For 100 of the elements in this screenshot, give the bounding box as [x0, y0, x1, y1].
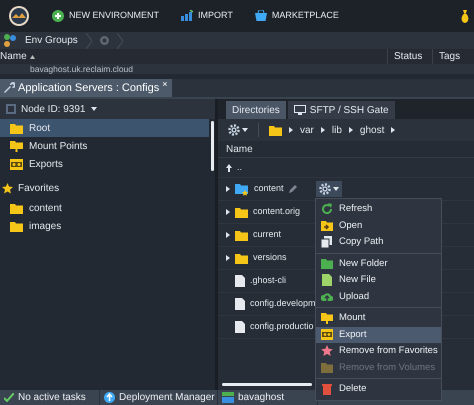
file-name[interactable]: .ghost-cli [250, 274, 286, 288]
close-icon[interactable]: × [162, 80, 168, 88]
chevron-icon [86, 32, 92, 48]
folder-icon [10, 220, 23, 232]
folder-icon [235, 252, 248, 264]
mount-icon [321, 312, 333, 324]
node-selector[interactable]: Node ID: 9391 [0, 99, 215, 119]
server-icon [222, 392, 234, 403]
file-icon [235, 298, 245, 310]
expand-icon [289, 127, 293, 133]
expand-icon [226, 255, 230, 261]
settings-icon [318, 183, 331, 195]
folder-icon [10, 202, 23, 214]
monitor-icon [294, 105, 306, 115]
expand-icon [391, 127, 396, 133]
column-header[interactable]: Name [226, 142, 253, 156]
settings-button[interactable] [228, 124, 248, 136]
refresh-icon [321, 203, 333, 216]
upload-icon [104, 392, 115, 403]
folder-icon [235, 206, 248, 218]
cloud-upload-icon [321, 290, 333, 303]
menu-item[interactable]: Refresh [316, 201, 441, 218]
toolbar-button[interactable]: MARKETPLACE [254, 9, 339, 23]
toolbar-button[interactable]: IMPORT [181, 9, 233, 23]
mount-icon [10, 140, 23, 152]
toolbar-button[interactable]: NEW ENVIRONMENT [52, 9, 159, 23]
settings-button[interactable] [316, 181, 342, 197]
expand-icon [320, 127, 325, 133]
sidebar-item[interactable]: Root [0, 119, 209, 137]
sidebar-item[interactable]: Exports [0, 155, 209, 173]
file-name[interactable]: content.orig [253, 205, 300, 219]
menu-item[interactable]: Export [316, 326, 441, 343]
folder-icon [10, 122, 23, 134]
money-bag-icon [460, 10, 470, 22]
folder-icon [235, 230, 248, 240]
folder-icon [321, 258, 333, 270]
export-icon [321, 328, 333, 341]
breadcrumb-item[interactable]: Env Groups [25, 33, 78, 48]
folder-icon [269, 124, 282, 136]
star-icon [2, 182, 13, 194]
path-segment[interactable]: var [300, 122, 314, 138]
menu-item[interactable]: Delete [316, 381, 441, 398]
logo-icon [8, 5, 30, 27]
file-name[interactable]: config.productio [250, 320, 314, 334]
tab[interactable]: SFTP / SSH Gate [288, 101, 395, 119]
folder-arrow-icon [321, 220, 333, 232]
basket-icon [254, 10, 267, 22]
table-cell: bavaghost.uk.reclaim.cloud [0, 64, 474, 74]
expand-icon [226, 209, 230, 215]
folder-icon [321, 362, 333, 374]
add-icon [52, 10, 64, 22]
expand-icon [226, 186, 230, 192]
file-name[interactable]: .. [237, 160, 242, 174]
chart-icon [181, 10, 193, 22]
groups-icon [4, 34, 17, 47]
export-icon [10, 158, 23, 170]
folder-star-icon [235, 182, 249, 196]
file-icon [235, 275, 245, 287]
caret-icon [90, 107, 96, 111]
menu-item[interactable]: Upload [316, 288, 441, 305]
pencil-icon [288, 185, 297, 193]
column-header[interactable]: Name [0, 49, 387, 64]
settings-icon [228, 124, 240, 136]
caret-icon [242, 128, 248, 132]
sidebar-item[interactable]: images [0, 217, 209, 235]
file-icon [235, 321, 245, 333]
sidebar-item[interactable]: content [0, 199, 209, 217]
trash-icon [321, 383, 333, 396]
panel-title: Application Servers : Configs [18, 80, 160, 96]
menu-item[interactable]: Copy Path [316, 234, 441, 250]
file-name[interactable]: content [254, 182, 284, 196]
file-name[interactable]: current [253, 228, 282, 242]
status-item[interactable]: bavaghost [218, 390, 318, 405]
check-icon [4, 393, 14, 402]
file-icon [321, 274, 333, 286]
menu-item[interactable]: Open [316, 218, 441, 234]
expand-icon [226, 232, 230, 238]
menu-item[interactable]: Remove from Favorites [316, 343, 441, 360]
caret-icon [332, 187, 339, 191]
sidebar-item[interactable]: Mount Points [0, 137, 209, 155]
copy-icon [321, 236, 333, 248]
menu-item[interactable]: Mount [316, 310, 441, 326]
star-icon [321, 345, 333, 358]
tab[interactable]: Directories [226, 101, 286, 119]
status-item[interactable]: Deployment Manager [100, 390, 218, 405]
path-segment[interactable]: ghost [360, 122, 384, 138]
expand-icon [348, 127, 353, 133]
section-label: Favorites [18, 182, 60, 196]
menu-item[interactable]: New Folder [316, 256, 441, 272]
scrollbar [211, 121, 214, 171]
panel-tab[interactable]: Application Servers : Configs × [0, 78, 172, 97]
chevron-icon [116, 32, 123, 48]
file-name[interactable]: versions [253, 251, 287, 265]
wrench-icon [4, 82, 15, 94]
sort-icon [30, 54, 35, 58]
status-item[interactable]: No active tasks [0, 390, 100, 405]
menu-item[interactable]: New File [316, 272, 441, 288]
path-segment[interactable]: lib [332, 122, 342, 138]
file-name[interactable]: config.developm [250, 297, 316, 311]
up-arrow-icon [226, 164, 232, 172]
